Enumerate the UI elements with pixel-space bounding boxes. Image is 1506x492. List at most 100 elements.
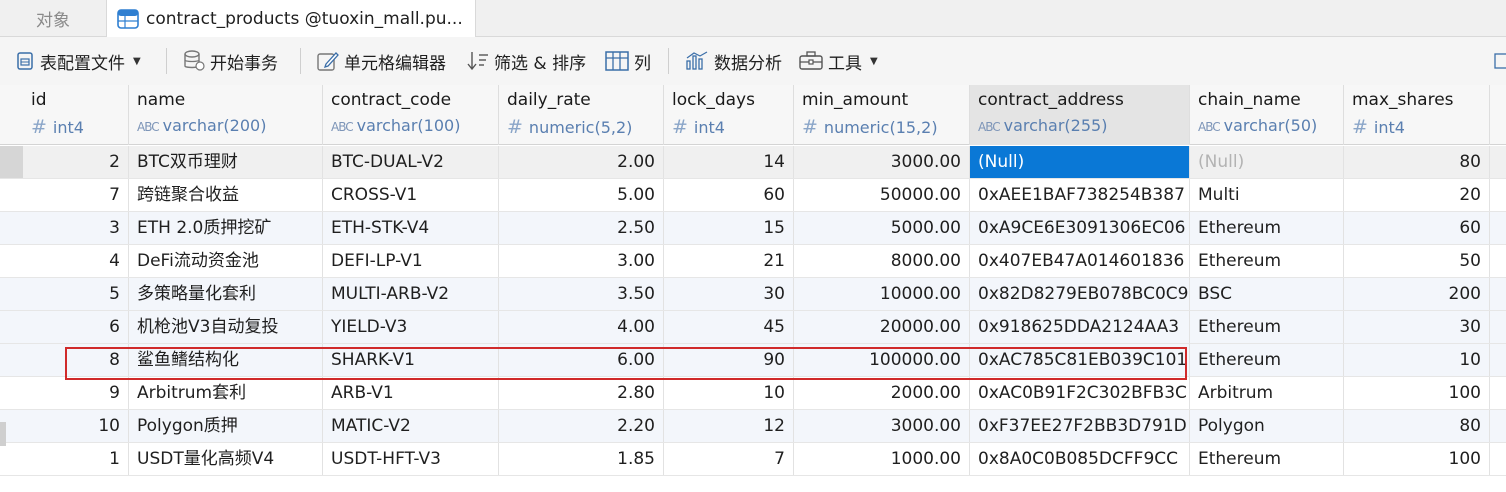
cell-name[interactable]: 多策略量化套利	[129, 278, 323, 310]
table-row[interactable]: 4 DeFi流动资金池 DEFI-LP-V1 3.00 21 8000.00 0x407EB…	[0, 245, 1506, 278]
cell-lock-days[interactable]: 15	[664, 212, 794, 244]
row-selector[interactable]	[0, 344, 23, 376]
tools-button[interactable]: 工具 ▼	[798, 37, 878, 85]
cell-min-amount[interactable]: 10000.00	[794, 278, 970, 310]
cell-lock-days[interactable]: 60	[664, 179, 794, 211]
cell-chain-name[interactable]: (Null)	[1190, 146, 1344, 178]
cell-daily-rate[interactable]: 3.50	[499, 278, 664, 310]
cell-contract-address[interactable]: 0x918625DDA2124AA3	[970, 311, 1190, 343]
column-header-chain-name[interactable]: chain_name ABC varchar(50)	[1190, 85, 1344, 145]
cell-id[interactable]: 9	[23, 377, 129, 409]
cell-lock-days[interactable]: 14	[664, 146, 794, 178]
filter-sort-button[interactable]: 筛选 & 排序	[466, 37, 586, 85]
cell-min-amount[interactable]: 3000.00	[794, 146, 970, 178]
cell-contract-address[interactable]: 0xAC0B91F2C302BFB3C	[970, 377, 1190, 409]
column-header-id[interactable]: id # int4	[23, 85, 129, 145]
table-config-button[interactable]: 表配置文件 ▼	[16, 37, 141, 85]
cell-contract-address[interactable]: 0xA9CE6E3091306EC06	[970, 212, 1190, 244]
table-row[interactable]: 6 机枪池V3自动复投 YIELD-V3 4.00 45 20000.00 0x918625…	[0, 311, 1506, 344]
cell-daily-rate[interactable]: 2.50	[499, 212, 664, 244]
cell-id[interactable]: 2	[23, 146, 129, 178]
cell-min-amount[interactable]: 5000.00	[794, 212, 970, 244]
cell-daily-rate[interactable]: 6.00	[499, 344, 664, 376]
cell-name[interactable]: ETH 2.0质押挖矿	[129, 212, 323, 244]
table-row[interactable]: 2 BTC双币理财 BTC-DUAL-V2 2.00 14 3000.00 (Null) (N…	[0, 146, 1506, 179]
row-selector[interactable]	[0, 146, 23, 178]
row-selector[interactable]	[0, 311, 23, 343]
cell-id[interactable]: 10	[23, 410, 129, 442]
cell-editor-button[interactable]: 单元格编辑器	[316, 37, 446, 85]
cell-max-shares[interactable]: 80	[1344, 146, 1490, 178]
cell-min-amount[interactable]: 3000.00	[794, 410, 970, 442]
cell-contract-code[interactable]: USDT-HFT-V3	[323, 443, 499, 475]
cell-chain-name[interactable]: Multi	[1190, 179, 1344, 211]
cell-chain-name[interactable]: BSC	[1190, 278, 1344, 310]
cell-max-shares[interactable]: 200	[1344, 278, 1490, 310]
cell-lock-days[interactable]: 7	[664, 443, 794, 475]
cell-max-shares[interactable]: 60	[1344, 212, 1490, 244]
cell-contract-address[interactable]: 0xAEE1BAF738254B387	[970, 179, 1190, 211]
begin-transaction-button[interactable]: 开始事务	[182, 37, 278, 85]
cell-daily-rate[interactable]: 1.85	[499, 443, 664, 475]
cell-name[interactable]: BTC双币理财	[129, 146, 323, 178]
scrollbar-thumb[interactable]	[0, 422, 6, 446]
table-row[interactable]: 1 USDT量化高频V4 USDT-HFT-V3 1.85 7 1000.00 0x8A0C…	[0, 443, 1506, 476]
column-header-contract-code[interactable]: contract_code ABC varchar(100)	[323, 85, 499, 145]
cell-chain-name[interactable]: Ethereum	[1190, 311, 1344, 343]
cell-contract-code[interactable]: DEFI-LP-V1	[323, 245, 499, 277]
cell-contract-code[interactable]: YIELD-V3	[323, 311, 499, 343]
cell-contract-code[interactable]: SHARK-V1	[323, 344, 499, 376]
column-header-daily-rate[interactable]: daily_rate # numeric(5,2)	[499, 85, 664, 145]
tab-contract-products[interactable]: contract_products @tuoxin_mall.pu...	[106, 0, 476, 37]
cell-contract-code[interactable]: MULTI-ARB-V2	[323, 278, 499, 310]
cell-max-shares[interactable]: 100	[1344, 377, 1490, 409]
cell-contract-address[interactable]: 0xF37EE27F2BB3D791D	[970, 410, 1190, 442]
cell-chain-name[interactable]: Ethereum	[1190, 443, 1344, 475]
cell-id[interactable]: 3	[23, 212, 129, 244]
cell-id[interactable]: 7	[23, 179, 129, 211]
table-row[interactable]: 5 多策略量化套利 MULTI-ARB-V2 3.50 30 10000.00 0x82D8…	[0, 278, 1506, 311]
cell-contract-code[interactable]: ETH-STK-V4	[323, 212, 499, 244]
cell-id[interactable]: 5	[23, 278, 129, 310]
cell-lock-days[interactable]: 10	[664, 377, 794, 409]
cell-contract-address[interactable]: 0x8A0C0B085DCFF9CC	[970, 443, 1190, 475]
row-selector[interactable]	[0, 278, 23, 310]
columns-button[interactable]: 列	[604, 37, 651, 85]
column-header-contract-address[interactable]: contract_address ABC varchar(255)	[970, 85, 1190, 145]
cell-chain-name[interactable]: Polygon	[1190, 410, 1344, 442]
cell-daily-rate[interactable]: 2.80	[499, 377, 664, 409]
cell-contract-address[interactable]: 0xAC785C81EB039C101	[970, 344, 1190, 376]
cell-name[interactable]: 跨链聚合收益	[129, 179, 323, 211]
column-header-name[interactable]: name ABC varchar(200)	[129, 85, 323, 145]
cell-id[interactable]: 8	[23, 344, 129, 376]
cell-id[interactable]: 6	[23, 311, 129, 343]
row-selector[interactable]	[0, 443, 23, 475]
column-header-max-shares[interactable]: max_shares # int4	[1344, 85, 1490, 145]
cell-lock-days[interactable]: 30	[664, 278, 794, 310]
data-analysis-button[interactable]: 数据分析	[684, 37, 782, 85]
cell-min-amount[interactable]: 100000.00	[794, 344, 970, 376]
cell-name[interactable]: 鲨鱼鳍结构化	[129, 344, 323, 376]
cell-contract-code[interactable]: BTC-DUAL-V2	[323, 146, 499, 178]
cell-daily-rate[interactable]: 2.20	[499, 410, 664, 442]
cell-daily-rate[interactable]: 5.00	[499, 179, 664, 211]
row-selector[interactable]	[0, 212, 23, 244]
cell-chain-name[interactable]: Ethereum	[1190, 245, 1344, 277]
cell-name[interactable]: 机枪池V3自动复投	[129, 311, 323, 343]
cell-name[interactable]: USDT量化高频V4	[129, 443, 323, 475]
cell-contract-address[interactable]: 0x407EB47A014601836	[970, 245, 1190, 277]
row-selector[interactable]	[0, 245, 23, 277]
cell-daily-rate[interactable]: 3.00	[499, 245, 664, 277]
table-row[interactable]: 8 鲨鱼鳍结构化 SHARK-V1 6.00 90 100000.00 0xAC785C81…	[0, 344, 1506, 377]
table-row[interactable]: 9 Arbitrum套利 ARB-V1 2.80 10 2000.00 0xAC0B91F2…	[0, 377, 1506, 410]
cell-max-shares[interactable]: 10	[1344, 344, 1490, 376]
cell-contract-code[interactable]: CROSS-V1	[323, 179, 499, 211]
cell-contract-code[interactable]: ARB-V1	[323, 377, 499, 409]
cell-daily-rate[interactable]: 2.00	[499, 146, 664, 178]
cell-name[interactable]: Arbitrum套利	[129, 377, 323, 409]
cell-chain-name[interactable]: Arbitrum	[1190, 377, 1344, 409]
table-row[interactable]: 7 跨链聚合收益 CROSS-V1 5.00 60 50000.00 0xAEE1BAF73…	[0, 179, 1506, 212]
cell-id[interactable]: 1	[23, 443, 129, 475]
cell-lock-days[interactable]: 21	[664, 245, 794, 277]
cell-name[interactable]: DeFi流动资金池	[129, 245, 323, 277]
